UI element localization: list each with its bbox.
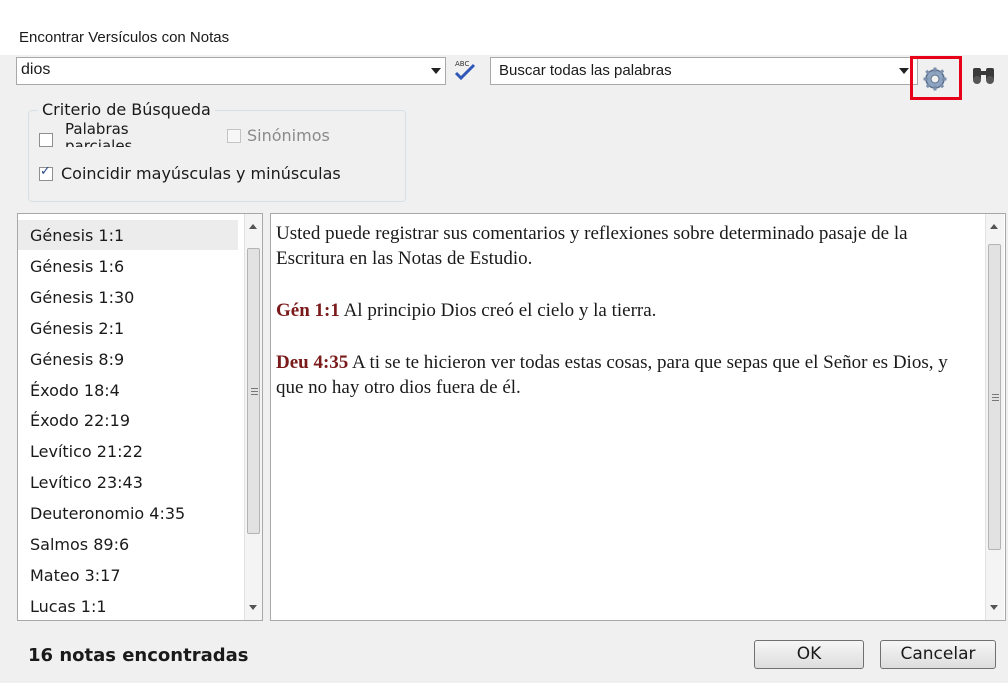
note-entry: Gén 1:1 Al principio Dios creó el cielo … — [276, 298, 976, 323]
spellcheck-icon: ABC — [454, 60, 476, 81]
scroll-up-icon[interactable] — [249, 224, 257, 229]
search-input[interactable]: dios — [16, 57, 446, 85]
partial-words-label: Palabras parciales — [65, 121, 133, 147]
find-button[interactable] — [970, 62, 1000, 88]
list-scrollbar[interactable] — [244, 214, 262, 620]
match-case-label: Coincidir mayúsculas y minúsculas — [61, 164, 341, 183]
find-verses-dialog: Encontrar Versículos con Notas dios ABC … — [0, 0, 1008, 683]
scroll-up-icon[interactable] — [990, 224, 998, 229]
synonyms-label: Sinónimos — [247, 126, 330, 145]
verse-list-item[interactable]: Génesis 1:6 — [30, 257, 124, 276]
svg-text:ABC: ABC — [455, 60, 469, 68]
scroll-down-icon[interactable] — [249, 605, 257, 610]
binoculars-icon — [973, 68, 994, 84]
match-case-checkbox[interactable] — [39, 164, 53, 181]
cancel-button[interactable]: Cancelar — [880, 640, 996, 669]
note-entry: Deu 4:35 A ti se te hicieron ver todas e… — [276, 350, 976, 400]
search-options-button[interactable] — [910, 56, 962, 100]
scroll-down-icon[interactable] — [990, 605, 998, 610]
window-title: Encontrar Versículos con Notas — [19, 29, 230, 46]
verse-list-item[interactable]: Génesis 8:9 — [30, 350, 124, 369]
list-scroll-thumb[interactable] — [247, 248, 260, 534]
search-value: dios — [21, 61, 51, 78]
verse-list-item[interactable]: Génesis 1:1 — [30, 226, 124, 245]
note-text-panel[interactable]: Usted puede registrar sus comentarios y … — [270, 213, 1006, 621]
synonyms-checkbox[interactable] — [227, 129, 241, 143]
search-criteria-title: Criterio de Búsqueda — [38, 100, 215, 119]
title-bar: Encontrar Versículos con Notas — [0, 0, 1008, 55]
verse-list-item[interactable]: Levítico 21:22 — [30, 442, 143, 461]
note-scroll-thumb[interactable] — [988, 244, 1001, 550]
note-entry-ref[interactable]: Gén 1:1 — [276, 300, 340, 321]
verse-list-item[interactable]: Deuteronomio 4:35 — [30, 504, 185, 523]
verse-list-item[interactable]: Génesis 2:1 — [30, 319, 124, 338]
search-mode-value: Buscar todas las palabras — [499, 62, 672, 79]
note-intro: Usted puede registrar sus comentarios y … — [276, 223, 908, 269]
verse-results-list[interactable]: Génesis 1:1 Génesis 1:6 Génesis 1:30 Génesi… — [17, 213, 263, 621]
verse-list-item[interactable]: Éxodo 22:19 — [30, 411, 130, 430]
note-entry-ref[interactable]: Deu 4:35 — [276, 352, 348, 373]
note-entry-text: Al principio Dios creó el cielo y la tie… — [343, 300, 657, 321]
chevron-down-icon[interactable] — [899, 68, 909, 74]
gear-icon — [923, 67, 947, 91]
note-scrollbar[interactable] — [985, 214, 1004, 620]
results-count: 16 notas encontradas — [28, 645, 249, 666]
verse-list-item[interactable]: Salmos 89:6 — [30, 535, 129, 554]
verse-list-item[interactable]: Éxodo 18:4 — [30, 381, 120, 400]
partial-words-checkbox[interactable] — [39, 133, 53, 147]
spellcheck-button[interactable]: ABC — [449, 57, 481, 85]
verse-list-item[interactable]: Mateo 3:17 — [30, 566, 121, 585]
note-entry-text: A ti se te hicieron ver todas estas cosa… — [276, 352, 948, 398]
verse-list-item[interactable]: Levítico 23:43 — [30, 473, 143, 492]
search-mode-select[interactable]: Buscar todas las palabras — [490, 57, 918, 85]
chevron-down-icon[interactable] — [431, 68, 441, 74]
ok-button[interactable]: OK — [754, 640, 864, 669]
verse-list-item[interactable]: Génesis 1:30 — [30, 288, 134, 307]
verse-list-item[interactable]: Lucas 1:1 — [30, 597, 107, 616]
